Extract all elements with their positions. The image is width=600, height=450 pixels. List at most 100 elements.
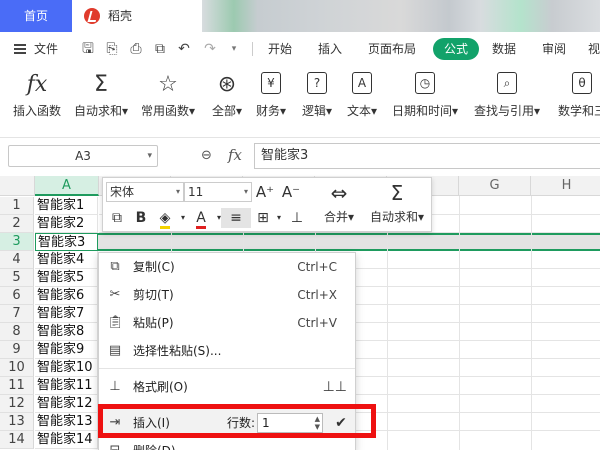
cell-a14[interactable]: 智能家14 <box>35 431 98 449</box>
row-header-5[interactable]: 5 <box>0 269 34 287</box>
row-header-2[interactable]: 2 <box>0 215 34 233</box>
font-size-select[interactable]: 11 ▾ <box>184 182 252 202</box>
redo-icon[interactable]: ↷ <box>202 41 218 57</box>
row-header-7[interactable]: 7 <box>0 305 34 323</box>
math-trig-button[interactable]: θ 数学和三 <box>550 66 600 138</box>
cell-a9[interactable]: 智能家9 <box>35 341 98 359</box>
menu-item-paste[interactable]: 📋︎ 粘贴(P) Ctrl+V <box>99 309 355 337</box>
confirm-check-icon[interactable]: ✔ <box>331 413 351 433</box>
chevron-down-icon[interactable]: ▾ <box>176 183 180 201</box>
menu-review[interactable]: 审阅 <box>542 32 566 66</box>
undo-icon[interactable]: ↶ <box>176 41 192 57</box>
menu-item-cut[interactable]: ✂ 剪切(T) Ctrl+X <box>99 281 355 309</box>
menu-view[interactable]: 视 <box>588 32 600 66</box>
text-button[interactable]: A 文本▾ <box>342 66 382 138</box>
selected-row-highlight <box>35 233 600 251</box>
font-grow-icon[interactable]: A⁺ <box>255 182 275 202</box>
tab-home[interactable]: 首页 <box>0 0 72 32</box>
row-header-11[interactable]: 11 <box>0 377 34 395</box>
font-color-icon[interactable]: A <box>191 208 211 229</box>
bold-icon[interactable]: B <box>131 208 151 228</box>
cell-a12[interactable]: 智能家12 <box>35 395 98 413</box>
cell-a6[interactable]: 智能家6 <box>35 287 98 305</box>
font-family-select[interactable]: 宋体 ▾ <box>106 182 184 202</box>
row-header-3[interactable]: 3 <box>0 233 34 251</box>
cell-a1[interactable]: 智能家1 <box>35 197 98 215</box>
cell-a4[interactable]: 智能家4 <box>35 251 98 269</box>
format-painter-icon[interactable]: ⊥ <box>287 208 307 228</box>
name-box[interactable]: A3 ▾ <box>8 145 158 167</box>
cell-a5[interactable]: 智能家5 <box>35 269 98 287</box>
menu-formula[interactable]: 公式 <box>433 38 479 60</box>
print-preview-icon[interactable]: ⧉ <box>152 41 168 57</box>
tab-bar: 首页 稻壳 <box>0 0 600 32</box>
mini-autosum-button[interactable]: Σ 自动求和▾ <box>365 182 429 225</box>
hamburger-icon[interactable] <box>14 44 26 54</box>
row-header-8[interactable]: 8 <box>0 323 34 341</box>
spin-up-icon[interactable]: ▲ <box>315 415 320 423</box>
select-all-corner[interactable] <box>0 176 35 196</box>
tab-docer[interactable]: 稻壳 <box>72 0 202 32</box>
menu-start[interactable]: 开始 <box>268 32 292 66</box>
menu-page-layout[interactable]: 页面布局 <box>368 32 416 66</box>
row-header-14[interactable]: 14 <box>0 431 34 449</box>
export-pdf-icon[interactable]: ⎘ <box>104 41 120 57</box>
column-header-h[interactable]: H <box>531 176 600 196</box>
print-icon[interactable]: ⎙ <box>128 41 144 57</box>
insert-function-button[interactable]: fx 插入函数 <box>6 66 68 138</box>
format-painter-multi-icon[interactable]: ⊥⊥ <box>323 373 347 401</box>
common-functions-button[interactable]: ☆ 常用函数▾ <box>136 66 200 138</box>
row-header-13[interactable]: 13 <box>0 413 34 431</box>
row-header-12[interactable]: 12 <box>0 395 34 413</box>
column-header-a[interactable]: A <box>35 176 99 196</box>
grid-line <box>99 232 600 233</box>
format-cells-icon[interactable]: ⧉ <box>107 208 127 228</box>
cell-a13[interactable]: 智能家13 <box>35 413 98 431</box>
all-functions-button[interactable]: ⊛ 全部▾ <box>204 66 250 138</box>
row-header-4[interactable]: 4 <box>0 251 34 269</box>
rows-count-input[interactable]: 1 ▲ ▼ <box>257 413 323 433</box>
font-shrink-icon[interactable]: A⁻ <box>281 182 301 202</box>
row-header-1[interactable]: 1 <box>0 197 34 215</box>
menu-item-copy[interactable]: ⧉ 复制(C) Ctrl+C <box>99 253 355 281</box>
chevron-down-icon[interactable]: ▾ <box>244 183 248 201</box>
menu-item-paste-special[interactable]: ▤ 选择性粘贴(S)... <box>99 337 355 365</box>
quick-access-dropdown-icon[interactable]: ▾ <box>226 41 242 57</box>
merge-icon: ⇔ <box>330 181 348 205</box>
cell-a2[interactable]: 智能家2 <box>35 215 98 233</box>
menu-insert[interactable]: 插入 <box>318 32 342 66</box>
menu-item-format-painter[interactable]: ⊥ 格式刷(O) ⊥⊥ <box>99 373 355 401</box>
date-time-label: 日期和时间▾ <box>391 104 459 118</box>
chevron-down-icon[interactable]: ▾ <box>173 208 193 228</box>
row-header-6[interactable]: 6 <box>0 287 34 305</box>
fx-icon[interactable]: fx <box>228 146 242 164</box>
formula-input[interactable]: 智能家3 <box>254 143 600 169</box>
merge-button[interactable]: ⇔ 合并▾ <box>317 182 361 225</box>
cell-a11[interactable]: 智能家11 <box>35 377 98 395</box>
row-header-9[interactable]: 9 <box>0 341 34 359</box>
financial-button[interactable]: ¥ 财务▾ <box>252 66 290 138</box>
chevron-down-icon[interactable]: ▾ <box>269 208 289 228</box>
autosum-button[interactable]: Σ 自动求和▾ <box>70 66 132 138</box>
math-glyph: θ <box>572 72 592 94</box>
row-header-10[interactable]: 10 <box>0 359 34 377</box>
date-time-button[interactable]: ◷ 日期和时间▾ <box>386 66 464 138</box>
spin-down-icon[interactable]: ▼ <box>315 423 320 431</box>
lookup-icon: ⌕ <box>468 72 546 98</box>
chevron-down-icon[interactable]: ▾ <box>147 146 152 166</box>
file-menu[interactable]: 文件 <box>34 32 58 66</box>
cell-a8[interactable]: 智能家8 <box>35 323 98 341</box>
fill-color-icon[interactable]: ◈ <box>155 208 175 229</box>
cell-a3[interactable]: 智能家3 <box>35 233 98 251</box>
column-header-g[interactable]: G <box>459 176 531 196</box>
logical-button[interactable]: ? 逻辑▾ <box>296 66 338 138</box>
cell-a10[interactable]: 智能家10 <box>35 359 98 377</box>
cell-a7[interactable]: 智能家7 <box>35 305 98 323</box>
align-icon[interactable]: ≡ <box>221 208 251 228</box>
menu-data[interactable]: 数据 <box>492 32 516 66</box>
lookup-reference-button[interactable]: ⌕ 查找与引用▾ <box>468 66 546 138</box>
zoom-icon[interactable]: ⊖ <box>201 148 212 163</box>
save-icon[interactable]: 🖫 <box>80 41 96 57</box>
menu-item-insert[interactable]: ⇥ 插入(I) 行数: 1 ▲ ▼ ✔ <box>99 409 355 437</box>
menu-item-delete[interactable]: ⊟ 删除(D) <box>99 437 355 450</box>
